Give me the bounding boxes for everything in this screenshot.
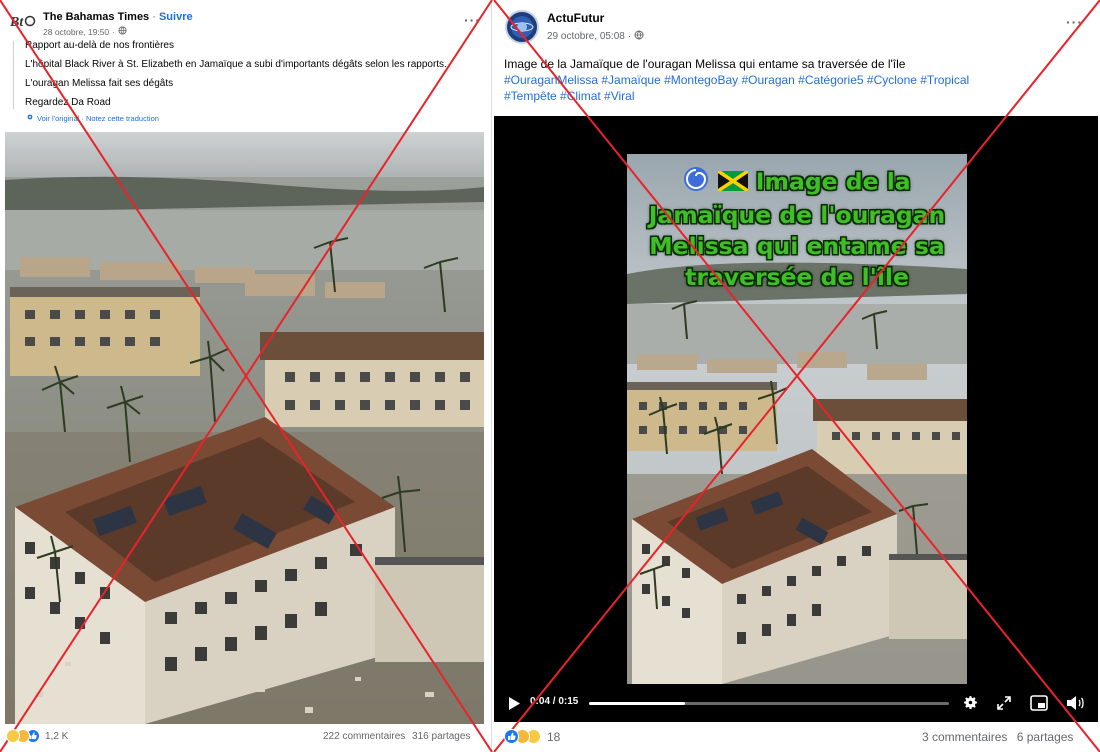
left-post: Bt The Bahamas Times · Suivre 28 octobre… bbox=[0, 0, 492, 752]
body-line-3: L'ouragan Melissa fait ses dégâts bbox=[25, 78, 174, 89]
translation-row: Voir l'original · Notez cette traduction bbox=[26, 113, 159, 123]
comments-count[interactable]: 3 commentaires bbox=[922, 730, 1007, 744]
more-options-icon[interactable]: ··· bbox=[464, 12, 481, 28]
body-line-1: Rapport au-delà de nos frontières bbox=[25, 40, 174, 51]
settings-icon[interactable] bbox=[962, 694, 979, 716]
left-stats: 222 commentaires 316 partages bbox=[323, 731, 470, 742]
jamaica-flag-icon bbox=[716, 168, 749, 199]
like-emoji bbox=[504, 729, 519, 744]
shares-count[interactable]: 6 partages bbox=[1017, 730, 1074, 744]
shares-count[interactable]: 316 partages bbox=[412, 731, 470, 742]
haha-emoji bbox=[6, 729, 20, 743]
author-line: The Bahamas Times · Suivre bbox=[43, 11, 193, 23]
right-reactions[interactable]: 18 bbox=[504, 729, 560, 744]
pip-icon[interactable] bbox=[1030, 695, 1048, 716]
post-body: Image de la Jamaïque de l'ouragan Meliss… bbox=[504, 56, 1094, 104]
post-meta: 28 octobre, 19:50 · bbox=[43, 26, 127, 37]
globe-icon bbox=[634, 30, 644, 43]
follow-link[interactable]: Suivre bbox=[159, 11, 193, 23]
video-progress-bar[interactable] bbox=[589, 702, 949, 705]
cyclone-icon bbox=[683, 166, 709, 200]
video-controls: 0:04 / 0:15 bbox=[494, 688, 1098, 718]
post-date[interactable]: 28 octobre, 19:50 bbox=[43, 27, 109, 37]
video-caption-line-4: traversée de l'île bbox=[685, 263, 909, 291]
hashtags-line-2[interactable]: #Tempête #Climat #Viral bbox=[504, 88, 1094, 104]
post-date[interactable]: 29 octobre, 05:08 bbox=[547, 31, 625, 42]
author-name[interactable]: The Bahamas Times bbox=[43, 11, 149, 23]
video-progress-fill bbox=[589, 702, 686, 705]
post-meta: 29 octobre, 05:08 · bbox=[547, 30, 644, 43]
video-caption-overlay: Image de la Jamaïque de l'ouragan Meliss… bbox=[627, 166, 967, 293]
hashtags-line-1[interactable]: #OuraganMelissa #Jamaïque #MontegoBay #O… bbox=[504, 72, 1094, 88]
post-body: Rapport au-delà de nos frontières L'hôpi… bbox=[13, 41, 489, 109]
play-icon[interactable] bbox=[508, 697, 520, 715]
video-caption-line-1: Image de la bbox=[627, 166, 967, 200]
bahamas-times-avatar[interactable]: Bt bbox=[10, 11, 36, 31]
more-options-icon[interactable]: ··· bbox=[1066, 14, 1083, 30]
video-player[interactable]: Image de la Jamaïque de l'ouragan Meliss… bbox=[494, 116, 1098, 722]
comments-count[interactable]: 222 commentaires bbox=[323, 731, 405, 742]
volume-icon[interactable] bbox=[1066, 695, 1084, 716]
reaction-count: 18 bbox=[547, 729, 561, 744]
translation-links[interactable]: Voir l'original · Notez cette traduction bbox=[37, 114, 159, 123]
right-post: ActuFutur 29 octobre, 05:08 · ··· Image … bbox=[494, 0, 1100, 752]
reaction-count: 1,2 K bbox=[45, 730, 69, 742]
video-caption-line-3: Melissa qui entame sa bbox=[649, 232, 945, 260]
expand-icon[interactable] bbox=[997, 696, 1011, 715]
video-time: 0:04 / 0:15 bbox=[530, 696, 579, 707]
left-reactions[interactable]: 1,2 K bbox=[6, 729, 68, 743]
video-caption-line-2: Jamaïque de l'ouragan bbox=[648, 201, 946, 229]
hospital-photo[interactable] bbox=[5, 132, 484, 724]
body-line-2: L'hôpital Black River à St. Elizabeth en… bbox=[25, 59, 447, 70]
video-frame[interactable]: Image de la Jamaïque de l'ouragan Meliss… bbox=[627, 154, 967, 684]
dot-separator: · bbox=[149, 11, 159, 23]
right-stats: 3 commentaires 6 partages bbox=[922, 730, 1073, 744]
actufutur-avatar[interactable] bbox=[505, 10, 539, 44]
globe-icon bbox=[118, 26, 127, 37]
post-text: Image de la Jamaïque de l'ouragan Meliss… bbox=[504, 57, 906, 71]
gear-icon bbox=[26, 113, 34, 123]
author-name[interactable]: ActuFutur bbox=[547, 11, 604, 25]
body-line-4: Regardez Da Road bbox=[25, 97, 111, 108]
svg-text:Bt: Bt bbox=[10, 15, 24, 30]
